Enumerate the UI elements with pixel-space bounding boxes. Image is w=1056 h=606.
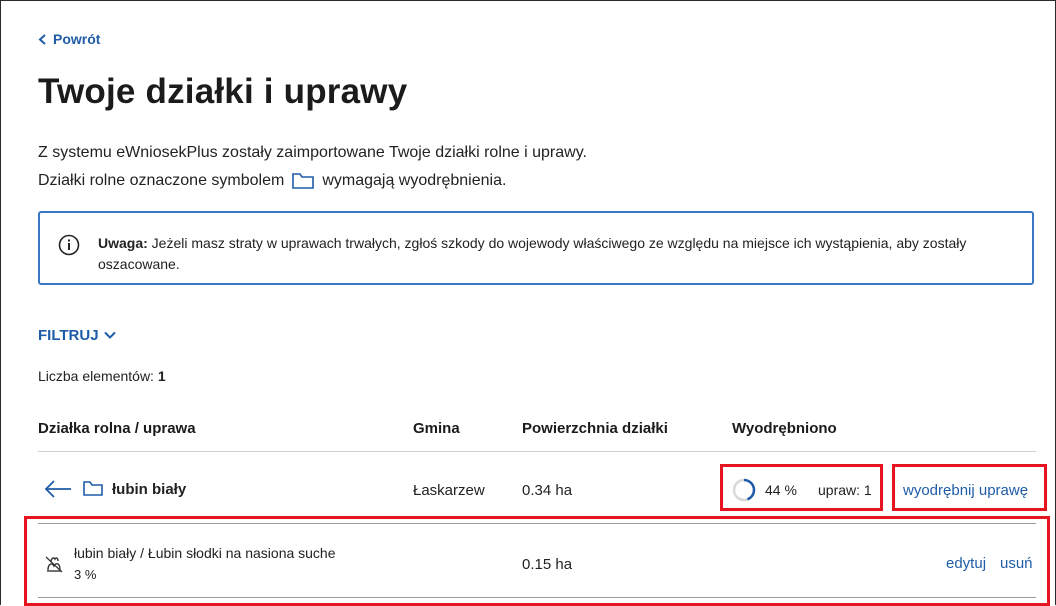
alert-message: Jeżeli masz straty w uprawach trwałych, …: [98, 235, 967, 272]
filter-toggle[interactable]: FILTRUJ: [38, 327, 116, 344]
intro-text-1: Z systemu eWniosekPlus zostały zaimporto…: [38, 144, 587, 161]
chevron-left-icon: [38, 33, 46, 45]
items-count-label: Liczba elementów:: [38, 368, 154, 384]
items-count: Liczba elementów: 1: [38, 368, 166, 384]
parcel-gmina: Łaskarzew: [413, 482, 485, 499]
intro-text-2-before: Działki rolne oznaczone symbolem: [38, 172, 285, 189]
intro-text-2: Działki rolne oznaczone symbolem wymagaj…: [38, 172, 506, 190]
filter-label: FILTRUJ: [38, 327, 99, 344]
arrow-left-icon[interactable]: [44, 479, 72, 499]
folder-icon: [292, 173, 315, 189]
items-count-value: 1: [157, 368, 166, 384]
alert-label: Uwaga:: [98, 235, 148, 251]
header-gmina: Gmina: [413, 420, 460, 437]
header-divider: [38, 451, 1036, 452]
highlight-crop-row: [24, 516, 1050, 606]
warning-alert: Uwaga: Jeżeli masz straty w uprawach trw…: [38, 211, 1034, 285]
highlight-progress: [720, 464, 883, 511]
back-link-label: Powrót: [53, 31, 101, 47]
header-parcel: Działka rolna / uprawa: [38, 420, 196, 437]
parcel-name: łubin biały: [112, 481, 187, 498]
parcel-area: 0.34 ha: [522, 482, 573, 499]
alert-text: Uwaga: Jeżeli masz straty w uprawach trw…: [98, 233, 1018, 275]
header-area: Powierzchnia działki: [522, 420, 668, 437]
info-icon: [58, 234, 80, 256]
highlight-extract-link: [892, 464, 1047, 511]
page-title: Twoje działki i uprawy: [38, 72, 408, 111]
chevron-down-icon: [103, 331, 116, 339]
header-extracted: Wyodrębniono: [732, 420, 837, 437]
folder-icon: [83, 481, 103, 496]
intro-text-2-after: wymagają wyodrębnienia.: [322, 172, 507, 189]
back-link[interactable]: Powrót: [38, 31, 100, 47]
